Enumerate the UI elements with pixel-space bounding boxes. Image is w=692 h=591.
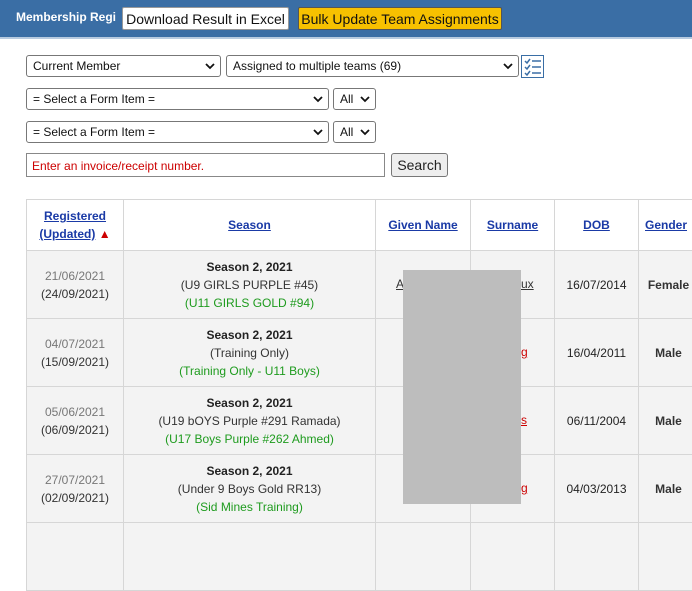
- app-title: Membership Regi: [16, 10, 118, 24]
- form-item-filter-2[interactable]: All: [333, 121, 376, 143]
- col-surname-header[interactable]: Surname: [471, 200, 555, 251]
- registered-date: 27/07/2021: [27, 471, 123, 489]
- dob-cell: 16/07/2014: [555, 251, 639, 319]
- gender-cell: Male: [639, 455, 692, 523]
- season-team: (U9 GIRLS PURPLE #45): [124, 276, 375, 294]
- sort-ascending-icon: ▲: [99, 227, 111, 241]
- search-button[interactable]: Search: [391, 153, 448, 177]
- row-spacer: [124, 523, 376, 591]
- chevron-down-icon: [312, 92, 324, 106]
- sort-season-link[interactable]: Season: [228, 218, 271, 232]
- surname-fragment[interactable]: s: [521, 413, 527, 427]
- season-team: (Under 9 Boys Gold RR13): [124, 480, 375, 498]
- registered-cell: 21/06/2021(24/09/2021): [27, 251, 124, 319]
- row-spacer: [555, 523, 639, 591]
- chevron-down-icon: [312, 125, 324, 139]
- form-item-filter-1-value: All: [340, 92, 353, 106]
- updated-date: (02/09/2021): [27, 489, 123, 507]
- chevron-down-icon: [204, 59, 216, 73]
- sort-surname-link[interactable]: Surname: [487, 218, 538, 232]
- updated-date: (15/09/2021): [27, 353, 123, 371]
- surname-fragment[interactable]: ux: [521, 277, 534, 291]
- surname-fragment[interactable]: g: [521, 345, 528, 359]
- invoice-number-input[interactable]: Enter an invoice/receipt number.: [26, 153, 385, 177]
- redaction-block: [403, 270, 521, 504]
- season-cell: Season 2, 2021(Training Only)(Training O…: [124, 319, 376, 387]
- season-team: (Training Only): [124, 344, 375, 362]
- chevron-down-icon: [359, 125, 371, 139]
- sort-gender-link[interactable]: Gender: [645, 218, 687, 232]
- member-status-select[interactable]: Current Member: [26, 55, 221, 77]
- chevron-down-icon: [502, 59, 514, 73]
- table-row[interactable]: 05/06/2021(06/09/2021) Season 2, 2021(U1…: [27, 387, 692, 455]
- season-name: Season 2, 2021: [124, 394, 375, 412]
- table-row[interactable]: 04/07/2021(15/09/2021) Season 2, 2021(Tr…: [27, 319, 692, 387]
- gender-cell: Female: [639, 251, 692, 319]
- season-cell: Season 2, 2021(Under 9 Boys Gold RR13)(S…: [124, 455, 376, 523]
- table-row[interactable]: [27, 523, 692, 591]
- dob-cell: 16/04/2011: [555, 319, 639, 387]
- form-item-select-2[interactable]: = Select a Form Item =: [26, 121, 329, 143]
- table-row[interactable]: 27/07/2021(02/09/2021) Season 2, 2021(Un…: [27, 455, 692, 523]
- col-given-name-header[interactable]: Given Name: [376, 200, 471, 251]
- col-gender-header[interactable]: Gender: [639, 200, 692, 251]
- col-season-header[interactable]: Season: [124, 200, 376, 251]
- row-spacer: [471, 523, 555, 591]
- registered-date: 05/06/2021: [27, 403, 123, 421]
- season-name: Season 2, 2021: [124, 326, 375, 344]
- form-item-filter-2-value: All: [340, 125, 353, 139]
- team-assignment: (U11 GIRLS GOLD #94): [124, 294, 375, 312]
- season-team: (U19 bOYS Purple #291 Ramada): [124, 412, 375, 430]
- season-name: Season 2, 2021: [124, 462, 375, 480]
- team-assignment: (Sid Mines Training): [124, 498, 375, 516]
- dob-cell: 04/03/2013: [555, 455, 639, 523]
- column-list-icon[interactable]: [521, 55, 544, 78]
- col-dob-header[interactable]: DOB: [555, 200, 639, 251]
- dob-cell: 06/11/2004: [555, 387, 639, 455]
- registered-date: 21/06/2021: [27, 267, 123, 285]
- updated-date: (06/09/2021): [27, 421, 123, 439]
- team-assignment-value: Assigned to multiple teams (69): [233, 59, 401, 73]
- updated-date: (24/09/2021): [27, 285, 123, 303]
- top-toolbar: Membership Regi Download Result in Excel…: [0, 0, 692, 39]
- season-name: Season 2, 2021: [124, 258, 375, 276]
- table-row[interactable]: 21/06/2021(24/09/2021) Season 2, 2021(U9…: [27, 251, 692, 319]
- season-cell: Season 2, 2021(U9 GIRLS PURPLE #45)(U11 …: [124, 251, 376, 319]
- chevron-down-icon: [359, 92, 371, 106]
- row-spacer: [376, 523, 471, 591]
- sort-registered-link[interactable]: Registered: [44, 209, 106, 223]
- form-item-1-value: = Select a Form Item =: [33, 92, 155, 106]
- season-cell: Season 2, 2021(U19 bOYS Purple #291 Rama…: [124, 387, 376, 455]
- bulk-update-button[interactable]: Bulk Update Team Assignments: [298, 7, 502, 30]
- sort-given-name-link[interactable]: Given Name: [388, 218, 457, 232]
- table-header-row: Registered (Updated) ▲ Season Given Name…: [27, 200, 692, 251]
- registered-cell: 04/07/2021(15/09/2021): [27, 319, 124, 387]
- member-status-value: Current Member: [33, 59, 120, 73]
- form-item-filter-1[interactable]: All: [333, 88, 376, 110]
- sort-dob-link[interactable]: DOB: [583, 218, 610, 232]
- registered-cell: 27/07/2021(02/09/2021): [27, 455, 124, 523]
- form-item-select-1[interactable]: = Select a Form Item =: [26, 88, 329, 110]
- gender-cell: Male: [639, 319, 692, 387]
- team-assignment: (U17 Boys Purple #262 Ahmed): [124, 430, 375, 448]
- surname-fragment[interactable]: g: [521, 481, 528, 495]
- sort-updated-link[interactable]: (Updated): [39, 227, 95, 241]
- row-spacer: [639, 523, 692, 591]
- team-assignment: (Training Only - U11 Boys): [124, 362, 375, 380]
- gender-cell: Male: [639, 387, 692, 455]
- registered-date: 04/07/2021: [27, 335, 123, 353]
- row-spacer: [27, 523, 124, 591]
- members-table: Registered (Updated) ▲ Season Given Name…: [26, 199, 692, 591]
- team-assignment-select[interactable]: Assigned to multiple teams (69): [226, 55, 519, 77]
- registered-cell: 05/06/2021(06/09/2021): [27, 387, 124, 455]
- form-item-2-value: = Select a Form Item =: [33, 125, 155, 139]
- download-excel-button[interactable]: Download Result in Excel: [122, 7, 289, 30]
- col-registered-header[interactable]: Registered (Updated) ▲: [27, 200, 124, 251]
